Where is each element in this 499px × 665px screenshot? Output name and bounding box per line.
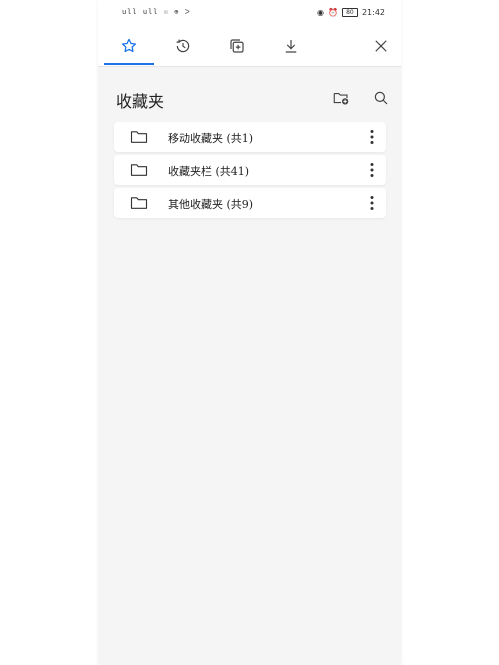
folder-icon	[130, 131, 148, 143]
more-options-icon[interactable]	[366, 161, 378, 179]
status-bar: ull ull ☉ ⊕ ᐳ ◉ ⏰ 80 21:42	[98, 0, 401, 26]
folder-item-other[interactable]: 其他收藏夹 (共9)	[114, 188, 386, 218]
active-tab-indicator	[104, 63, 154, 65]
close-icon	[375, 40, 387, 52]
battery-icon: 80	[341, 8, 358, 17]
more-options-icon[interactable]	[366, 194, 378, 212]
page-title: 收藏夹	[116, 92, 165, 111]
star-icon	[121, 38, 137, 53]
add-folder-icon	[333, 92, 349, 105]
folder-label: 移动收藏夹 (共1)	[168, 132, 254, 145]
folder-list: 移动收藏夹 (共1) 收藏夹栏 (共41) 其他收藏夹 (共9)	[114, 122, 386, 221]
new-folder-button[interactable]	[332, 89, 352, 109]
search-button[interactable]	[372, 89, 392, 109]
folder-label: 其他收藏夹 (共9)	[168, 198, 254, 211]
app-screen: ull ull ☉ ⊕ ᐳ ◉ ⏰ 80 21:42 收藏夹 移动收藏夹 (共1…	[98, 0, 401, 665]
close-button[interactable]	[368, 34, 394, 58]
download-icon	[285, 40, 297, 53]
clock-time: 21:42	[361, 8, 385, 17]
folder-icon	[130, 197, 148, 209]
history-icon	[176, 39, 190, 53]
add-tab-icon	[230, 39, 244, 53]
page-header: 收藏夹	[98, 80, 401, 116]
tab-history[interactable]	[170, 34, 196, 58]
tab-tabs[interactable]	[224, 34, 250, 58]
alarm-icon: ⏰	[327, 8, 338, 17]
tab-bar	[98, 26, 401, 67]
tab-downloads[interactable]	[278, 34, 304, 58]
eye-icon: ◉	[316, 8, 324, 17]
folder-item-mobile[interactable]: 移动收藏夹 (共1)	[114, 122, 386, 152]
folder-icon	[130, 164, 148, 176]
search-icon	[374, 91, 388, 105]
more-options-icon[interactable]	[366, 128, 378, 146]
folder-item-favorites-bar[interactable]: 收藏夹栏 (共41)	[114, 155, 386, 185]
status-right: ◉ ⏰ 80 21:42	[317, 8, 385, 17]
folder-label: 收藏夹栏 (共41)	[168, 165, 250, 178]
tab-bookmarks[interactable]	[116, 34, 142, 58]
status-signal-indicators: ull ull ☉ ⊕ ᐳ	[122, 8, 191, 16]
